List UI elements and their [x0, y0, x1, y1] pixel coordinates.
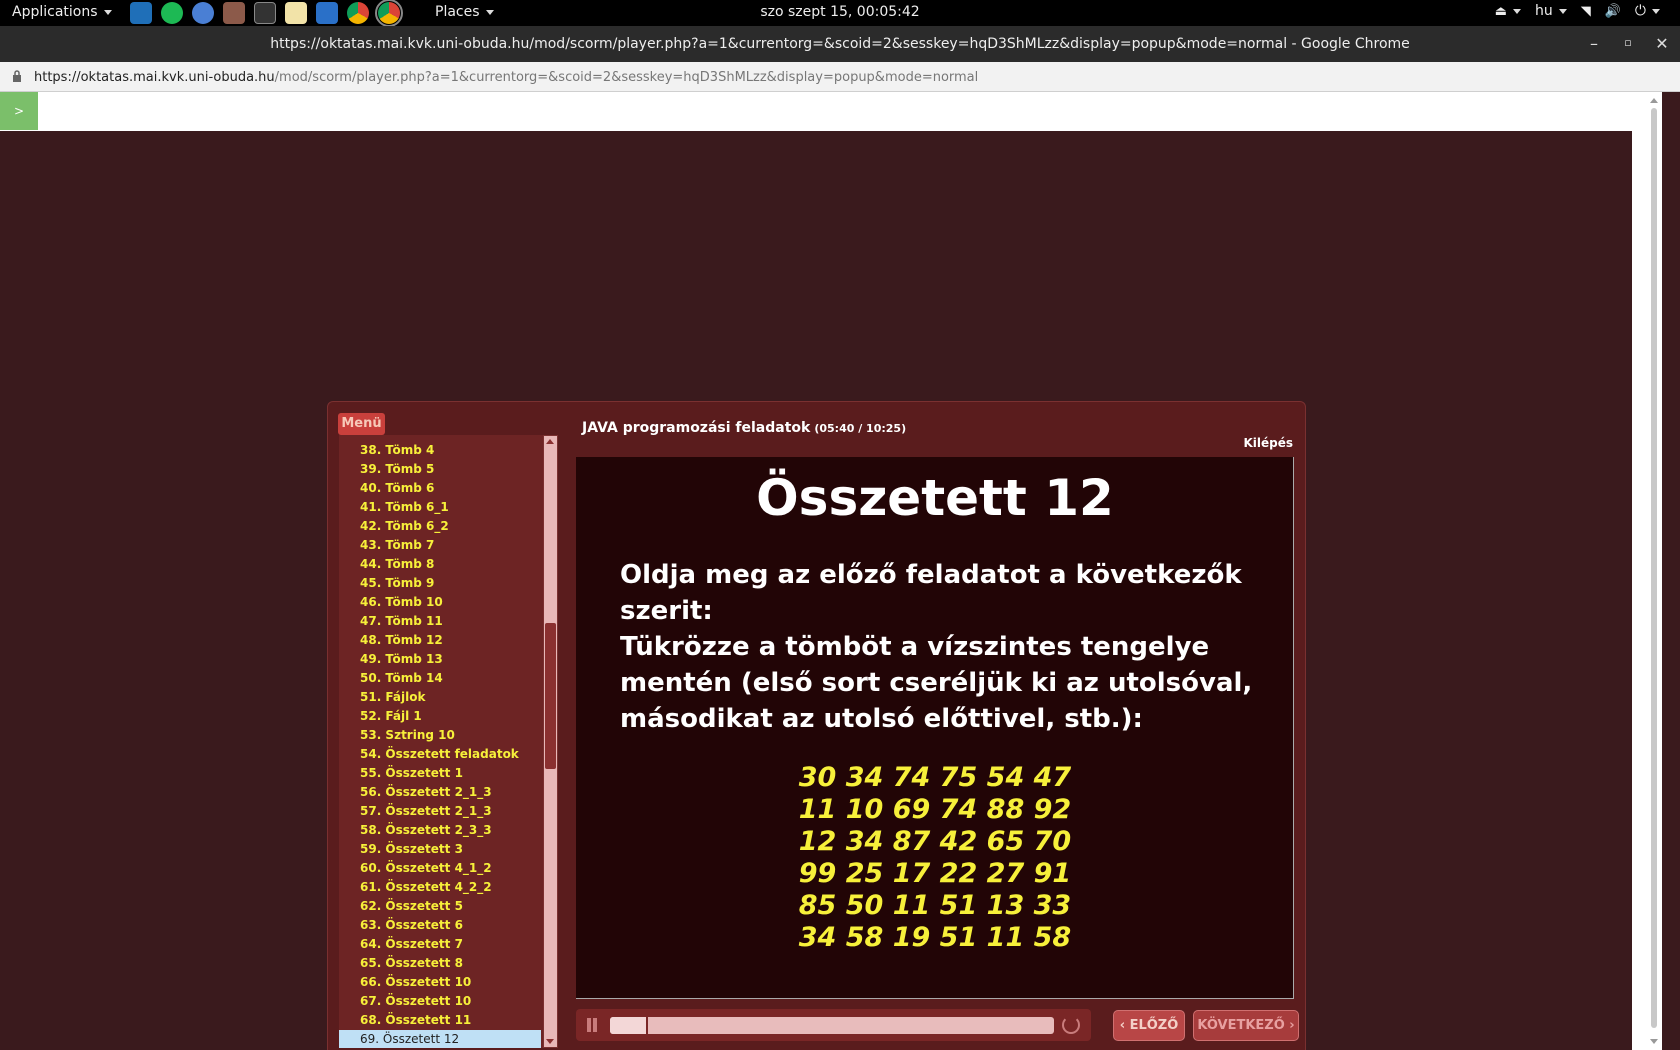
slide-text-line: Tükrözze a tömböt a vízszintes tengelye [620, 632, 1210, 662]
os-top-panel: Applications Places szo szept 15, 00:05:… [0, 0, 1680, 27]
matrix-row: 12 34 87 42 65 70 [798, 826, 1072, 857]
matrix-row: 99 25 17 22 27 91 [798, 858, 1072, 889]
menu-item[interactable]: 52. Fájl 1 [339, 707, 541, 726]
slide-text: Oldja meg az előző feladatot a következő… [620, 557, 1260, 737]
scroll-up-icon[interactable] [1650, 98, 1658, 103]
language-label: hu [1534, 3, 1553, 19]
menu-item[interactable]: 55. Összetett 1 [339, 764, 541, 783]
playback-controls [576, 1009, 1091, 1041]
slide-text-line: szerit: [620, 596, 713, 626]
wifi-icon[interactable]: ◥ [1581, 4, 1591, 19]
menu-panel: 38. Tömb 4 39. Tömb 5 40. Tömb 6 41. Tömb 6… [339, 435, 543, 1048]
url-path: /mod/scorm/player.php?a=1&currentorg=&sc… [274, 70, 979, 85]
prev-label: ELŐZŐ [1129, 1018, 1179, 1033]
course-title: JAVA programozási feladatok (05:40 / 10:2… [582, 420, 906, 436]
url-host: https://oktatas.mai.kvk.uni-obuda.hu [34, 70, 275, 85]
eject-icon[interactable]: ⏏ [1495, 4, 1521, 19]
menu-item[interactable]: 59. Összetett 3 [339, 840, 541, 859]
chevron-left-icon: ‹ [1119, 1018, 1130, 1033]
menu-item[interactable]: 58. Összetett 2_3_3 [339, 821, 541, 840]
menu-item[interactable]: 49. Tömb 13 [339, 650, 541, 669]
menu-item[interactable]: 66. Összetett 10 [339, 973, 541, 992]
lock-icon [13, 70, 21, 82]
menu-item[interactable]: 68. Összetett 11 [339, 1011, 541, 1030]
course-player: Menü 38. Tömb 4 39. Tömb 5 40. Tömb 6 41. T… [327, 401, 1306, 1050]
toc-toggle-button[interactable]: > [0, 92, 38, 130]
maximize-button[interactable]: ▫ [1618, 36, 1638, 49]
menu-item[interactable]: 50. Tömb 14 [339, 669, 541, 688]
page-scroll-thumb[interactable] [1651, 108, 1657, 1028]
menu-item[interactable]: 54. Összetett feladatok [339, 745, 541, 764]
slide-text-line: mentén (első sort cseréljük ki az utolsó… [620, 668, 1253, 698]
menu-item[interactable]: 65. Összetett 8 [339, 954, 541, 973]
menu-item[interactable]: 53. Sztring 10 [339, 726, 541, 745]
keyboard-layout[interactable]: hu [1535, 3, 1567, 19]
menu-item[interactable]: 64. Összetett 7 [339, 935, 541, 954]
menu-item[interactable]: 45. Tömb 9 [339, 574, 541, 593]
menu-item[interactable]: 44. Tömb 8 [339, 555, 541, 574]
menu-item[interactable]: 62. Összetett 5 [339, 897, 541, 916]
menu-item[interactable]: 48. Tömb 12 [339, 631, 541, 650]
progress-bar[interactable] [610, 1017, 1054, 1034]
pause-icon[interactable] [585, 1018, 599, 1032]
menu-item[interactable]: 47. Tömb 11 [339, 612, 541, 631]
number-matrix: 30 34 74 75 54 47 11 10 69 74 88 92 12 34 … [576, 762, 1294, 954]
menu-item[interactable]: 51. Fájlok [339, 688, 541, 707]
slide-title: Összetett 12 [756, 469, 1114, 527]
address-bar[interactable]: https://oktatas.mai.kvk.uni-obuda.hu/mod… [0, 62, 1680, 92]
page-scrollbar[interactable] [1648, 96, 1660, 1046]
menu-item[interactable]: 46. Tömb 10 [339, 593, 541, 612]
menu-tab[interactable]: Menü [338, 413, 385, 435]
menu-scrollbar[interactable] [543, 435, 558, 1048]
chevron-right-icon: › [1284, 1018, 1295, 1033]
browser-titlebar: https://oktatas.mai.kvk.uni-obuda.hu/mod… [0, 26, 1680, 62]
slide-text-line: Oldja meg az előző feladatot a következő… [620, 560, 1242, 590]
slide-area: Összetett 12 Oldja meg az előző feladato… [576, 457, 1294, 999]
matrix-row: 85 50 11 51 13 33 [798, 890, 1072, 921]
matrix-row: 34 58 19 51 11 58 [798, 922, 1072, 953]
menu-scroll-thumb[interactable] [545, 623, 556, 769]
menu-item[interactable]: 63. Összetett 6 [339, 916, 541, 935]
next-label: KÖVETKEZŐ [1197, 1018, 1285, 1033]
slide-text-line: másodikat az utolsó előttivel, stb.): [620, 704, 1143, 734]
close-button[interactable]: ✕ [1652, 34, 1672, 53]
scroll-down-icon[interactable] [1650, 1039, 1658, 1044]
page-viewport: > Menü 38. Tömb 4 39. Tömb 5 40. Tömb 6 41.… [0, 92, 1662, 1050]
url-text[interactable]: https://oktatas.mai.kvk.uni-obuda.hu/mod… [34, 70, 978, 85]
window-title: https://oktatas.mai.kvk.uni-obuda.hu/mod… [270, 36, 1410, 52]
menu-item[interactable]: 69. Összetett 12 [339, 1030, 541, 1048]
course-title-text: JAVA programozási feladatok [582, 420, 811, 436]
next-button[interactable]: KÖVETKEZŐ › [1193, 1010, 1299, 1041]
menu-item[interactable]: 38. Tömb 4 [339, 441, 541, 460]
scorm-stage: Menü 38. Tömb 4 39. Tömb 5 40. Tömb 6 41. T… [0, 131, 1632, 1050]
menu-item[interactable]: 42. Tömb 6_2 [339, 517, 541, 536]
menu-list: 38. Tömb 4 39. Tömb 5 40. Tömb 6 41. Tömb 6… [339, 435, 543, 1048]
menu-item[interactable]: 39. Tömb 5 [339, 460, 541, 479]
scroll-down-icon[interactable] [546, 1039, 554, 1044]
volume-icon[interactable]: 🔊 [1605, 4, 1621, 19]
prev-button[interactable]: ‹ ELŐZŐ [1113, 1010, 1185, 1041]
progress-knob[interactable] [645, 1017, 648, 1034]
clock[interactable]: szo szept 15, 00:05:42 [0, 4, 1680, 20]
menu-item[interactable]: 67. Összetett 10 [339, 992, 541, 1011]
menu-item[interactable]: 43. Tömb 7 [339, 536, 541, 555]
matrix-row: 30 34 74 75 54 47 [798, 762, 1072, 793]
power-icon[interactable]: ⏻ [1635, 3, 1660, 19]
menu-item[interactable]: 61. Összetett 4_2_2 [339, 878, 541, 897]
progress-fill [610, 1017, 646, 1034]
exit-link[interactable]: Kilépés [1243, 436, 1293, 450]
menu-item[interactable]: 60. Összetett 4_1_2 [339, 859, 541, 878]
scroll-up-icon[interactable] [546, 439, 554, 444]
menu-item[interactable]: 56. Összetett 2_1_3 [339, 783, 541, 802]
replay-icon[interactable] [1062, 1016, 1080, 1034]
matrix-row: 11 10 69 74 88 92 [798, 794, 1072, 825]
menu-item[interactable]: 41. Tömb 6_1 [339, 498, 541, 517]
course-time: (05:40 / 10:25) [814, 422, 907, 435]
minimize-button[interactable]: – [1584, 34, 1604, 53]
system-tray: ⏏ hu ◥ 🔊 ⏻ [1495, 3, 1660, 19]
menu-item[interactable]: 40. Tömb 6 [339, 479, 541, 498]
menu-item[interactable]: 57. Összetett 2_1_3 [339, 802, 541, 821]
